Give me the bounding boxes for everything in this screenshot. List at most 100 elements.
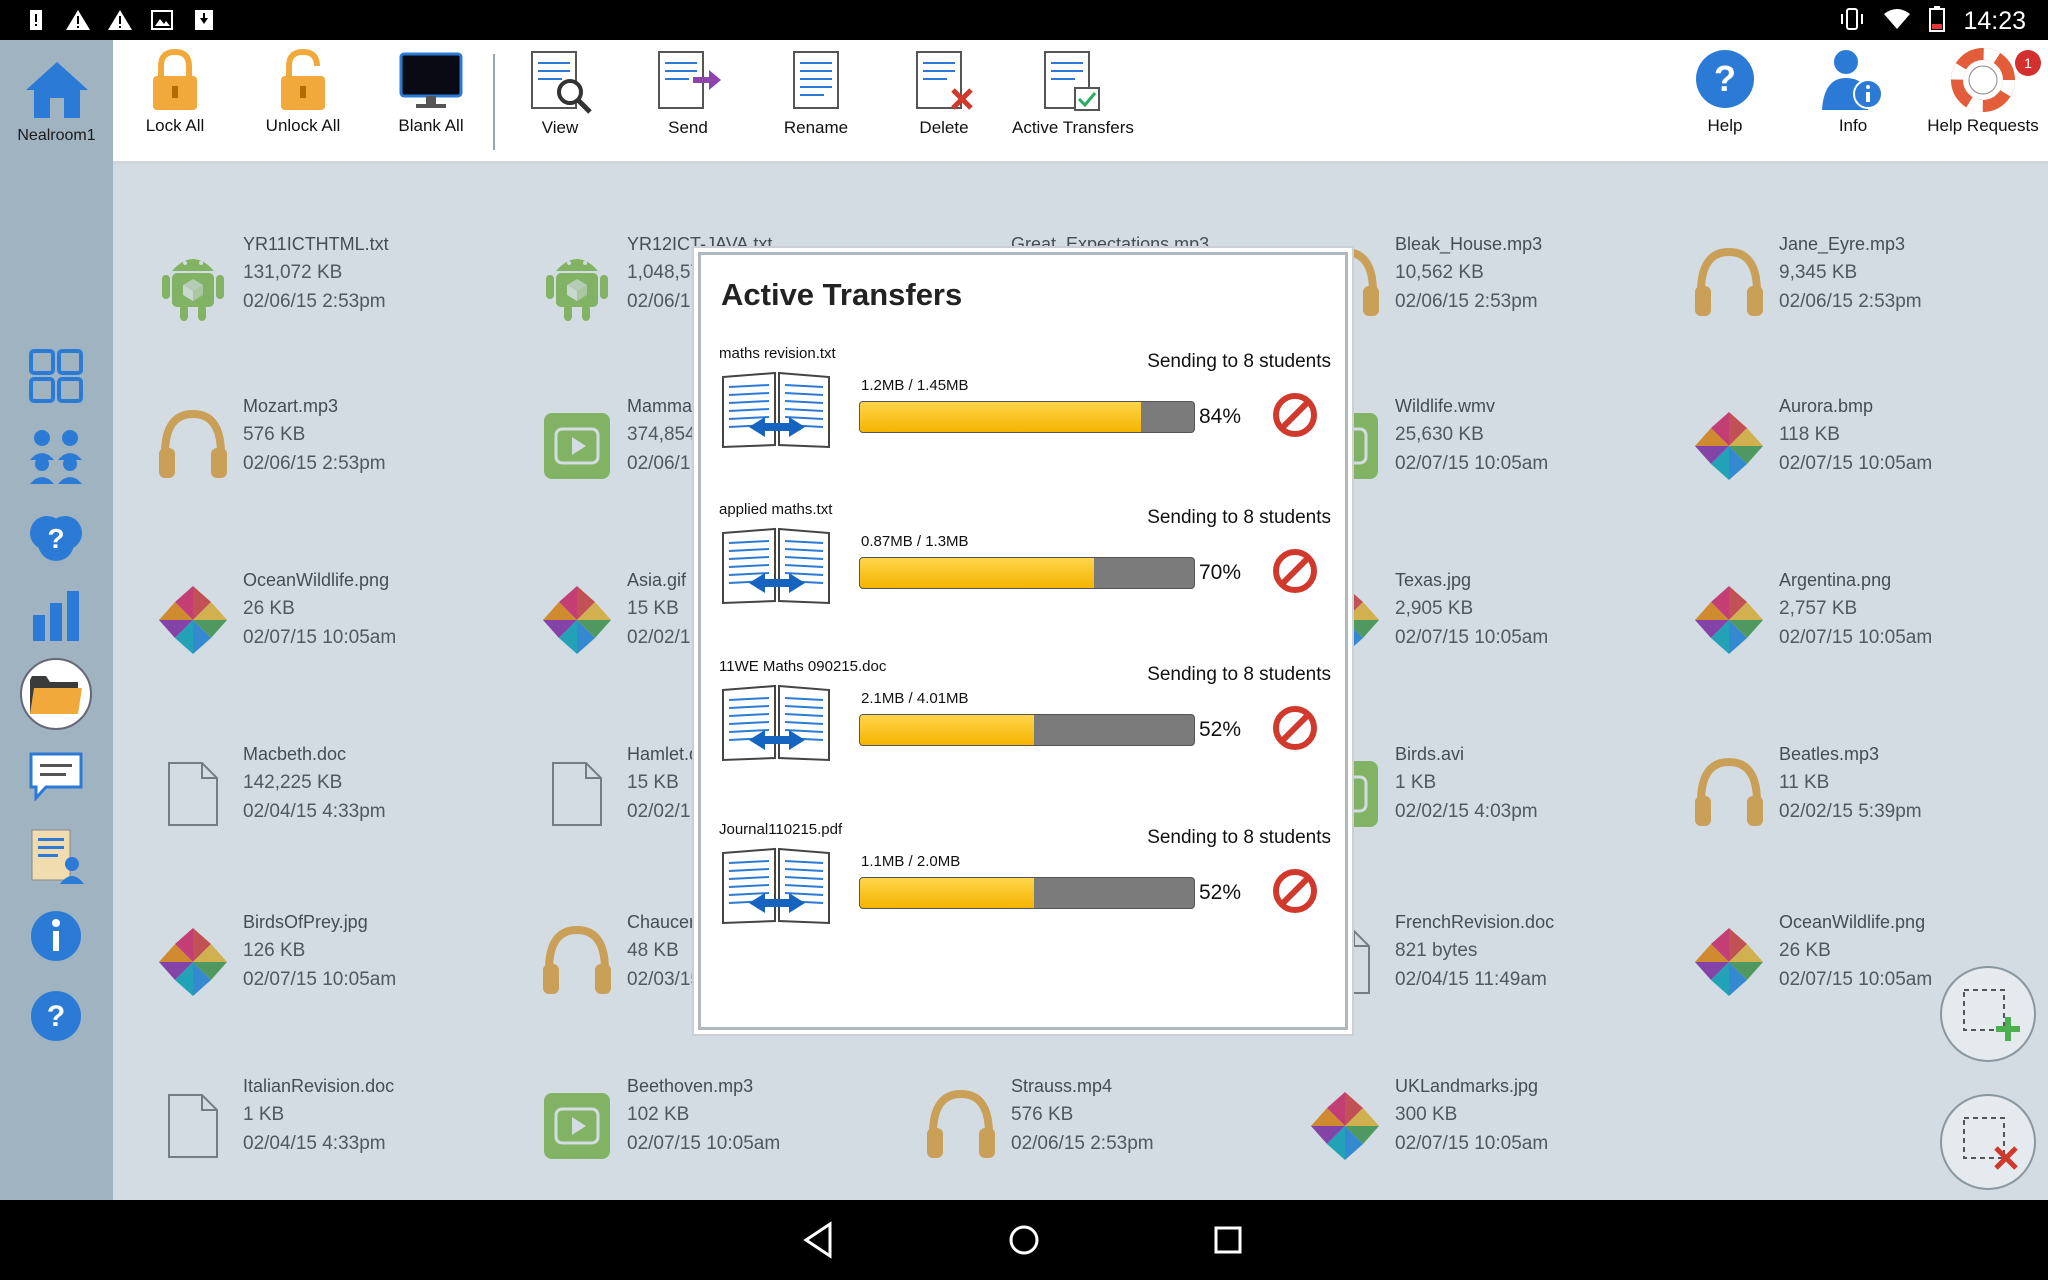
headphones-icon [153,404,233,488]
back-icon[interactable] [800,1220,840,1260]
sidebar-item-student-register[interactable] [20,820,92,892]
add-selection-button[interactable] [1940,966,2036,1062]
add-selection-icon [1963,989,2020,1041]
transfer-row: maths revision.txt Sending to 8 students 1… [701,345,1345,495]
transfer-destination: Sending to 8 students [1147,351,1331,372]
svg-text:?: ? [47,1000,65,1033]
file-item[interactable]: Aurora.bmp 118 KB 02/07/15 10:05am [1689,396,2048,496]
file-transfer-icon [719,371,835,449]
home-nav-icon[interactable] [1004,1220,1044,1260]
progress-bar [859,714,1195,746]
send-label: Send [668,118,708,137]
file-item[interactable]: Bleak_House.mp3 10,562 KB 02/06/15 2:53pm [1305,234,1665,334]
file-size: 10,562 KB [1395,262,1484,283]
file-date: 02/07/15 10:05am [1779,627,1933,648]
progress-bar [859,877,1195,909]
sidebar-item-groups[interactable] [20,420,92,492]
file-name: YR11ICTHTML.txt [243,234,389,254]
file-size: 126 KB [243,940,306,961]
file-name: Mozart.mp3 [243,396,339,416]
file-date: 02/04/15 11:49am [1395,969,1547,990]
home-button[interactable]: Nealroom1 [0,58,113,145]
file-item[interactable]: FrenchRevision.doc 821 bytes 02/04/15 11:4… [1305,912,1665,1012]
file-item[interactable]: Macbeth.doc 142,225 KB 02/04/15 4:33pm [153,744,513,844]
file-date: 02/02/15 5:39pm [1779,801,1922,822]
document-icon [153,752,233,836]
document-icon [153,1084,233,1168]
remove-selection-button[interactable] [1940,1094,2036,1190]
sidebar-item-info[interactable] [20,900,92,972]
file-date: 02/02/1 [627,627,691,648]
progress-fill [860,558,1094,588]
info-label: Info [1838,116,1868,135]
sidebar-item-quiz[interactable]: ? [20,500,92,572]
file-item[interactable]: Strauss.mp4 576 KB 02/06/15 2:53pm [921,1076,1281,1176]
delete-button[interactable]: Delete [884,48,1004,158]
file-item[interactable]: Birds.avi 1 KB 02/02/15 4:03pm [1305,744,1665,844]
rename-button[interactable]: Rename [756,48,876,158]
file-item[interactable]: Mozart.mp3 576 KB 02/06/15 2:53pm [153,396,513,496]
file-item[interactable]: Argentina.png 2,757 KB 02/07/15 10:05am [1689,570,2048,670]
android-icon [153,242,233,326]
sidebar-item-help[interactable]: ? [20,980,92,1052]
active-transfers-button[interactable]: Active Transfers [1012,48,1134,158]
file-item[interactable]: OceanWildlife.png 26 KB 02/07/15 10:05am [153,570,513,670]
view-document-icon [531,51,592,114]
progress-fill [860,715,1034,745]
transfer-filename: Journal110215.pdf [719,821,843,838]
blank-all-button[interactable]: Blank All [371,48,491,158]
file-date: 02/02/15 4:03pm [1395,801,1538,822]
progress-percent: 52% [1199,718,1242,741]
send-button[interactable]: Send [628,48,748,158]
cancel-transfer-icon[interactable] [1271,704,1319,752]
sidebar-item-chat[interactable] [20,740,92,812]
file-item[interactable]: UKLandmarks.jpg 300 KB 02/07/15 10:05am [1305,1076,1665,1176]
view-button[interactable]: View [500,48,620,158]
help-icon: ? [1696,50,1754,108]
cancel-transfer-icon[interactable] [1271,547,1319,595]
file-size: 25,630 KB [1395,424,1484,445]
transfer-destination: Sending to 8 students [1147,827,1331,848]
file-item[interactable]: Beethoven.mp3 102 KB 02/07/15 10:05am [537,1076,897,1176]
lock-all-button[interactable]: Lock All [115,48,235,158]
battery-icon [1929,6,1946,37]
file-item[interactable]: ItalianRevision.doc 1 KB 02/04/15 4:33pm [153,1076,513,1176]
file-item[interactable]: Texas.jpg 2,905 KB 02/07/15 10:05am [1305,570,1665,670]
progress-percent: 70% [1199,561,1242,584]
pinwheel-photo-icon [1689,404,1769,488]
headphones-icon [537,920,617,1004]
transfer-row: Journal110215.pdf Sending to 8 students 1.… [701,821,1345,971]
file-size: 374,854 [627,424,696,445]
file-date: 02/07/15 10:05am [627,1133,781,1154]
info-button[interactable]: Info [1793,48,1913,158]
unlock-all-button[interactable]: Unlock All [243,48,363,158]
file-item[interactable]: Jane_Eyre.mp3 9,345 KB 02/06/15 2:53pm [1689,234,2048,334]
file-date: 02/06/1 [627,291,691,312]
sidebar-item-thumbnails[interactable] [20,340,92,412]
cancel-transfer-icon[interactable] [1271,391,1319,439]
help-requests-button[interactable]: 1 Help Requests [1921,48,2045,158]
file-name: Jane_Eyre.mp3 [1779,234,1906,254]
help-button[interactable]: ? Help [1665,48,1785,158]
file-item[interactable]: BirdsOfPrey.jpg 126 KB 02/07/15 10:05am [153,912,513,1012]
android-icon [537,242,617,326]
file-name: Texas.jpg [1395,570,1472,590]
file-item[interactable]: Beatles.mp3 11 KB 02/02/15 5:39pm [1689,744,2048,844]
sidebar-item-reports[interactable] [20,580,92,652]
transfer-filename: 11WE Maths 090215.doc [719,658,887,675]
grid-icon [29,349,83,403]
file-name: Mammal [627,396,697,416]
cancel-transfer-icon[interactable] [1271,867,1319,915]
file-name: BirdsOfPrey.jpg [243,912,368,932]
transfer-size: 2.1MB / 4.01MB [861,690,969,707]
recents-icon[interactable] [1208,1220,1248,1260]
file-transfer-icon [719,684,835,762]
progress-fill [860,878,1034,908]
pinwheel-photo-icon [1689,920,1769,1004]
sidebar-item-files[interactable] [20,658,92,730]
file-item[interactable]: YR11ICTHTML.txt 131,072 KB 02/06/15 2:53pm [153,234,513,334]
info-icon [31,911,81,961]
file-name: Birds.avi [1395,744,1465,764]
file-item[interactable]: Wildlife.wmv 25,630 KB 02/07/15 10:05am [1305,396,1665,496]
file-size: 26 KB [243,598,295,619]
